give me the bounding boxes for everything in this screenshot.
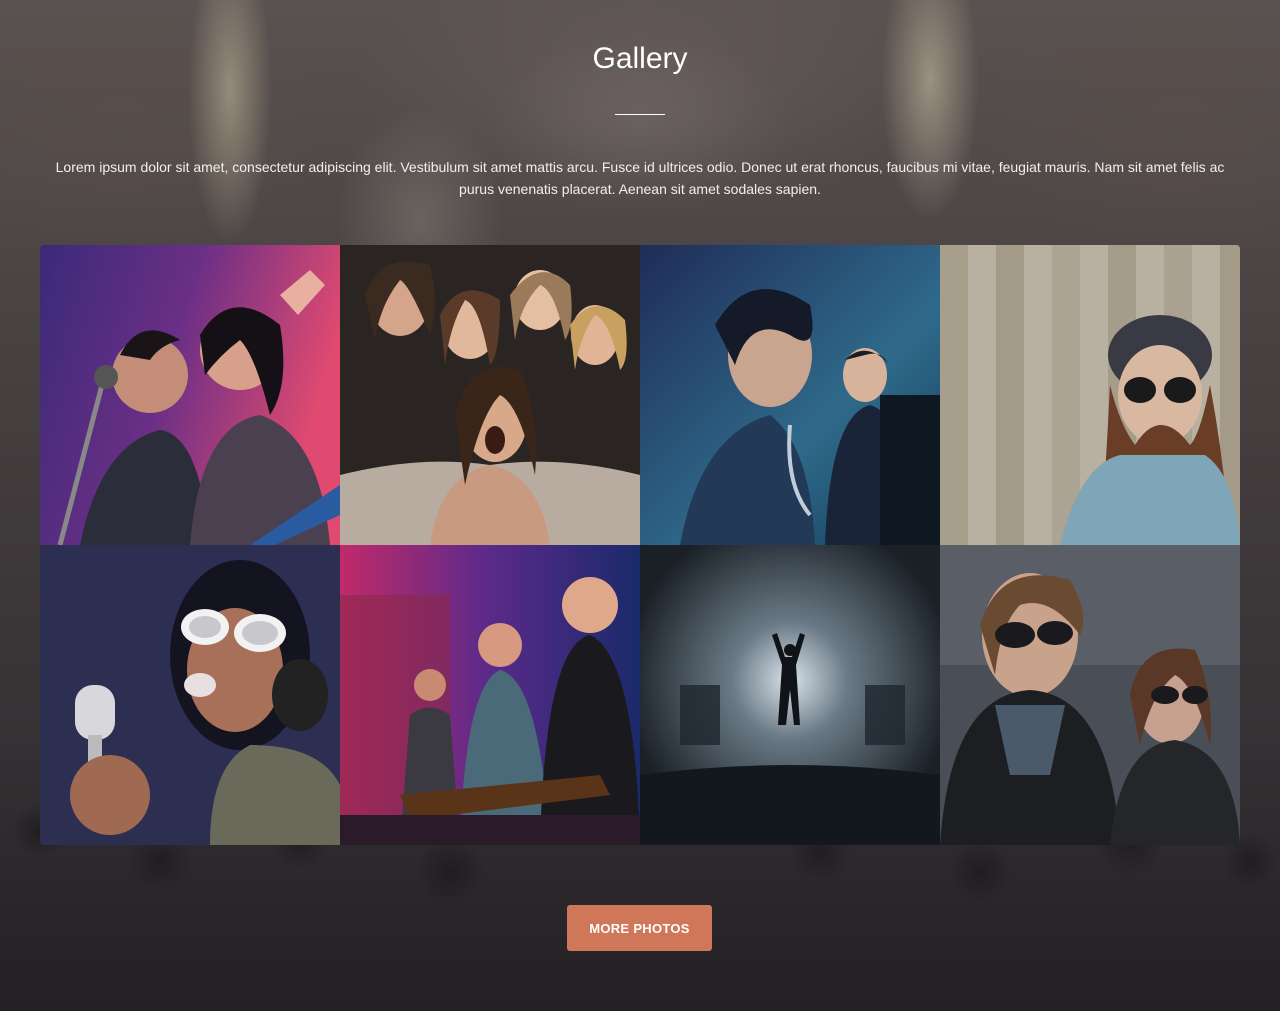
section-title: Gallery [592,42,688,75]
gallery-photo-cheering-crowd[interactable] [340,245,640,545]
gallery-photo-rock-singers[interactable] [40,245,340,545]
gallery-photo-band-stage[interactable] [340,545,640,845]
gallery-photo-headphone-singer[interactable] [40,545,340,845]
title-divider [615,114,665,115]
gallery-photo-beanie-woman[interactable] [940,245,1240,545]
more-photos-button[interactable]: MORE PHOTOS [567,905,712,951]
section-description: Lorem ipsum dolor sit amet, consectetur … [55,159,1225,197]
photo-grid [40,245,1240,845]
gallery-photo-stage-smoke[interactable] [640,545,940,845]
gallery-photo-pianist[interactable] [640,245,940,545]
gallery-photo-sunglasses-couple[interactable] [940,545,1240,845]
